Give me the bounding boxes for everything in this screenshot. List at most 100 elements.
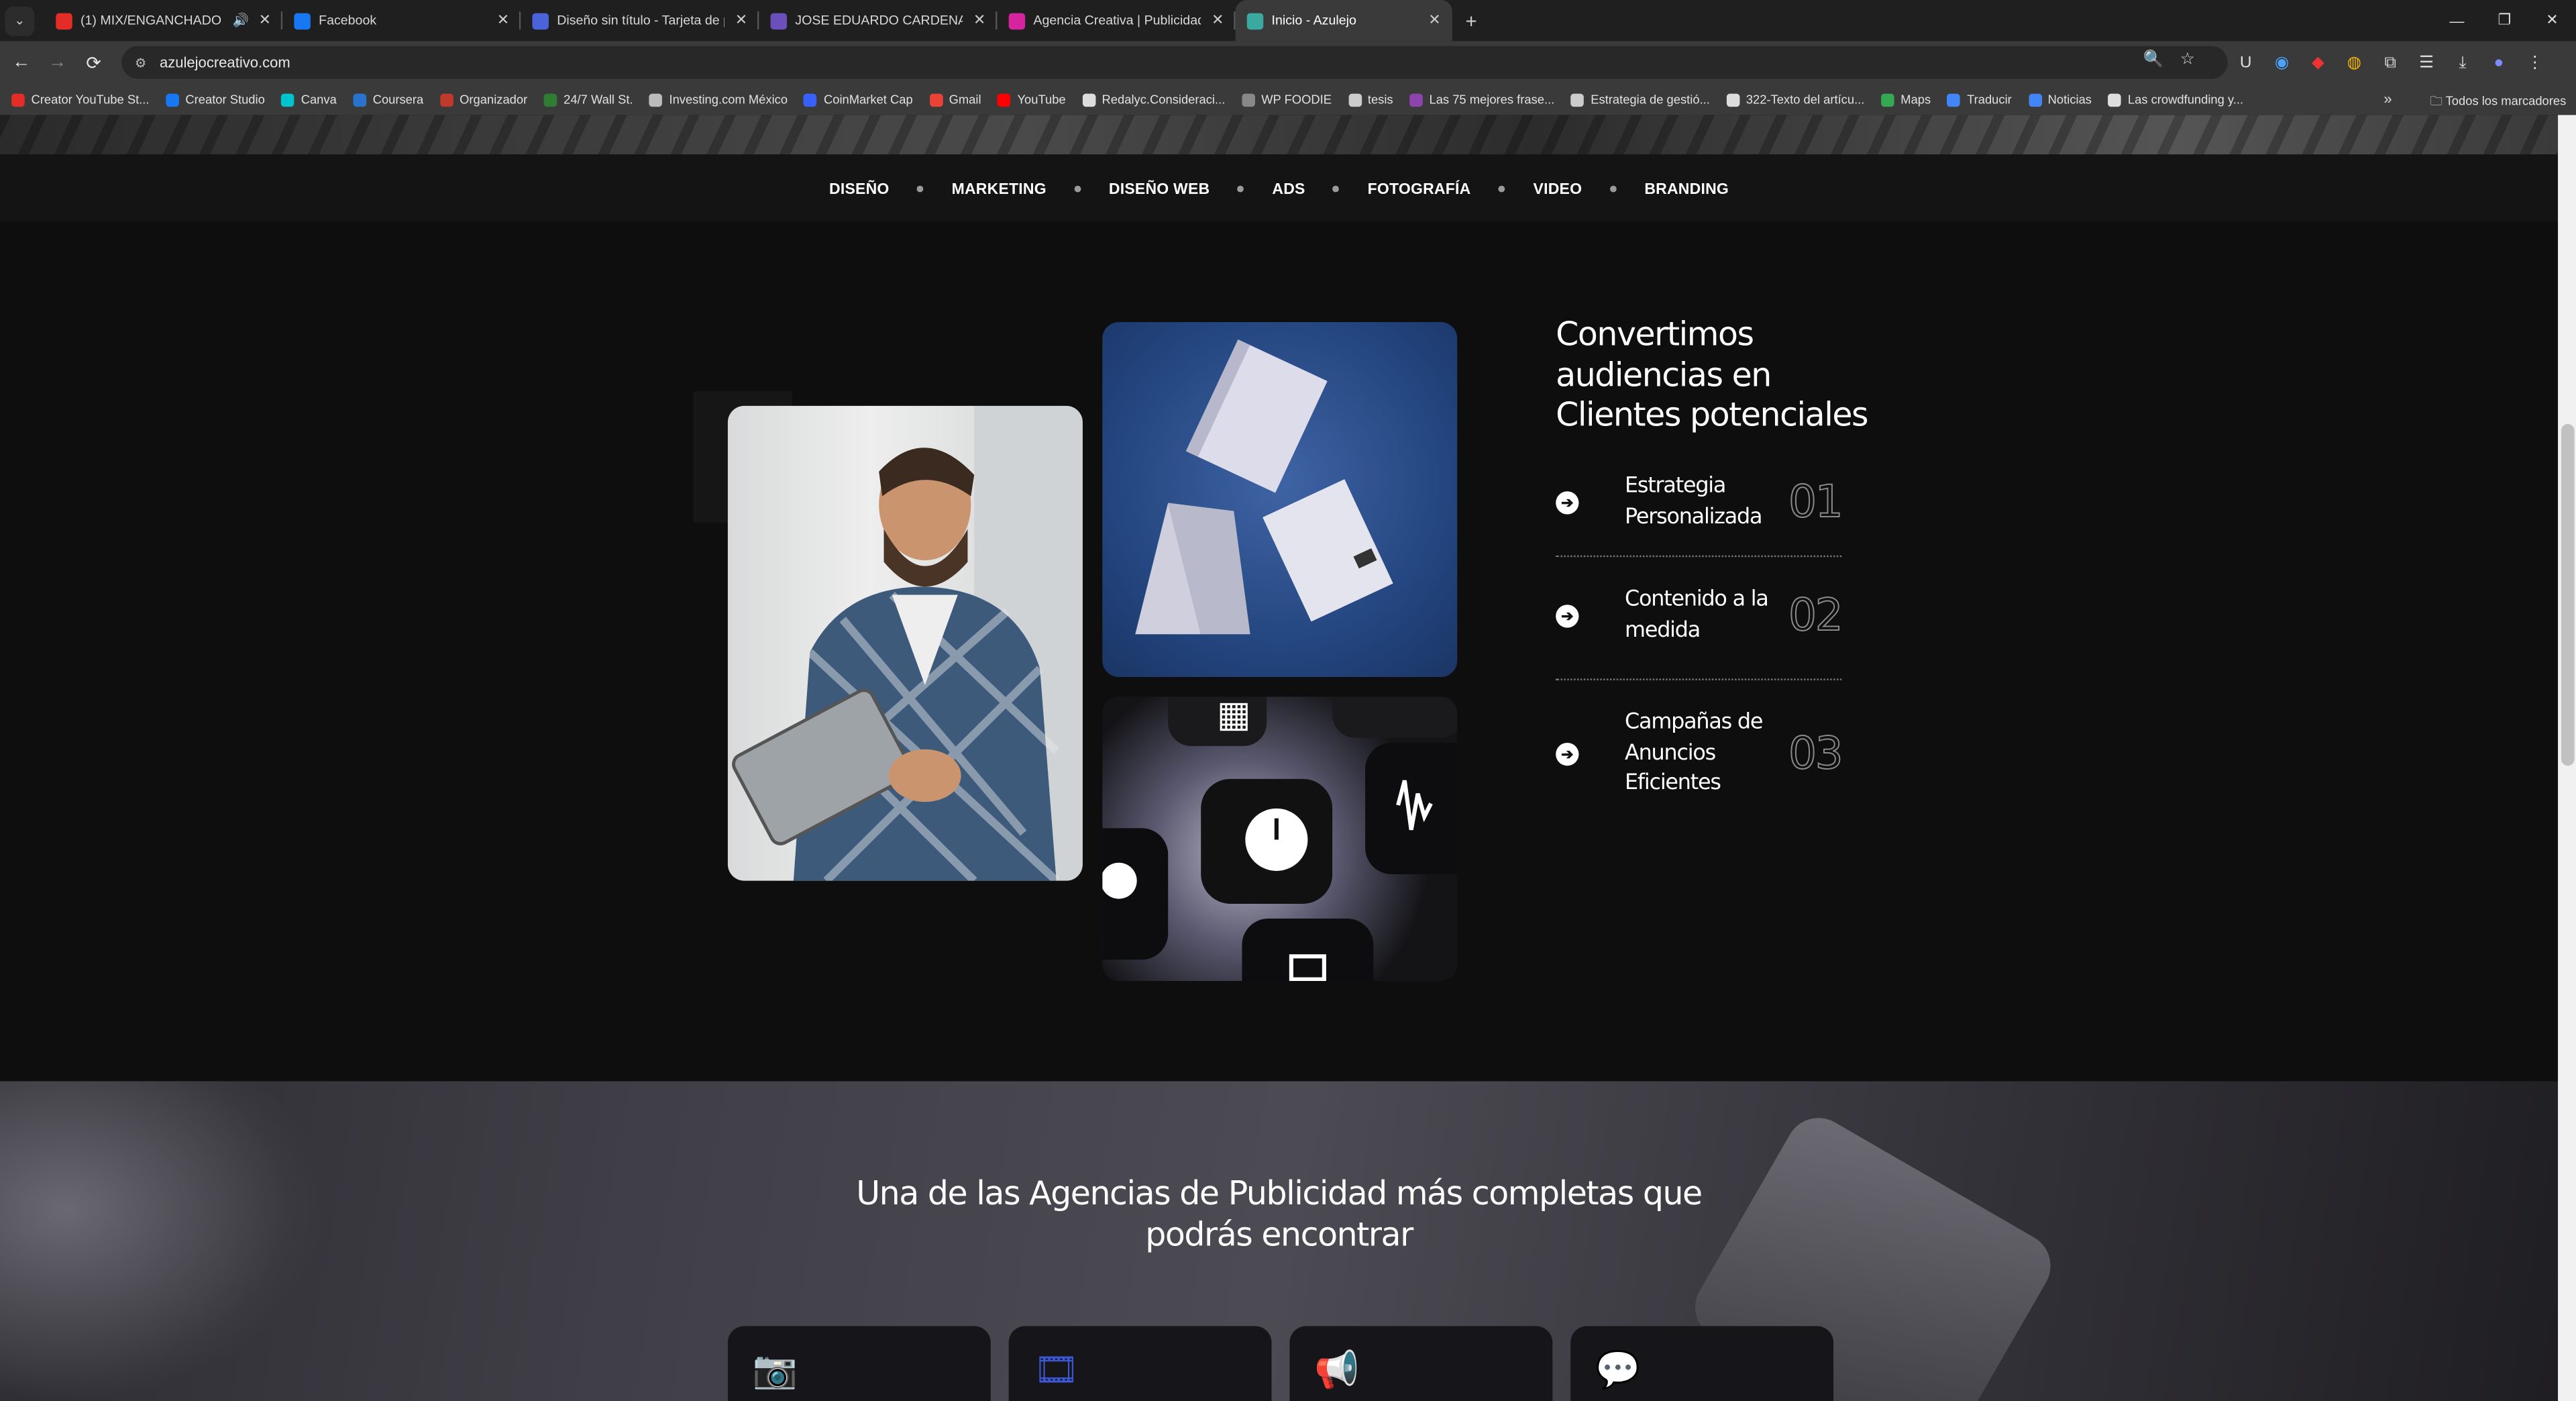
url-text[interactable]: azulejocreativo.com [160,54,290,70]
bookmark-item[interactable]: Noticias [2028,92,2092,107]
bookmark-favicon-icon [2108,93,2122,106]
bookmark-item[interactable]: Estrategia de gestió... [1570,92,1710,107]
reload-icon[interactable]: ⟳ [76,52,112,73]
agency-headline: Una de las Agencias de Publicidad más co… [0,1174,2558,1255]
camera-icon: 📷 [752,1349,798,1390]
tab-favicon-icon [1008,12,1026,29]
forward-icon[interactable]: → [40,52,76,72]
tab-strip: ⌄ (1) MIX/ENGANCHADO | D 🔊 ✕ Facebook ✕ Diseñ… [0,0,2576,42]
tab-close-icon[interactable]: ✕ [259,11,271,30]
scrollbar-thumb[interactable] [2561,423,2575,766]
browser-tab[interactable]: Diseño sin título - Tarjeta de pr ✕ [521,0,759,41]
extension-chrome-icon[interactable]: ◍ [2336,54,2372,72]
bookmark-item[interactable]: Coursera [353,92,423,107]
bookmark-item[interactable]: Maps [1880,92,1931,107]
reading-list-icon[interactable]: ☰ [2408,54,2445,72]
bookmark-item[interactable]: Gmail [929,92,981,107]
nav-item[interactable]: DISEÑO WEB [1109,179,1210,197]
tab-close-icon[interactable]: ✕ [735,11,747,30]
bookmark-item[interactable]: CoinMarket Cap [804,92,913,107]
bookmark-label: CoinMarket Cap [823,92,913,107]
close-window-icon[interactable]: ✕ [2528,11,2576,30]
browser-tab[interactable]: JOSE EDUARDO CARDENAS CC ✕ [759,0,998,41]
bookmark-item[interactable]: Investing.com México [649,92,788,107]
extension-u-icon[interactable]: U [2228,54,2264,72]
bookmark-label: 322-Texto del artícu... [1746,92,1865,107]
tab-close-icon[interactable]: ✕ [497,11,509,30]
bookmark-label: 24/7 Wall St. [564,92,633,107]
bookmark-label: YouTube [1017,92,1066,107]
bookmark-label: tesis [1367,92,1393,107]
nav-item[interactable]: BRANDING [1644,179,1729,197]
tab-close-icon[interactable]: ✕ [973,11,985,30]
bookmark-item[interactable]: WP FOODIE [1241,92,1332,107]
browser-tab[interactable]: Agencia Creativa | Publicidad | ✕ [998,0,1236,41]
service-card[interactable]: 📢 [1289,1326,1553,1401]
bookmark-item[interactable]: Canva [281,92,337,107]
bookmarks-overflow-icon[interactable]: » [2383,91,2392,107]
new-tab-button[interactable]: + [1465,9,1477,32]
bookmark-item[interactable]: 322-Texto del artícu... [1726,92,1864,107]
feature-item: ➔ Estrategia Personalizada 01 [1556,454,1844,552]
audio-icon[interactable]: 🔊 [232,13,248,28]
service-card[interactable]: 🎞 [1008,1326,1272,1401]
extensions-puzzle-icon[interactable]: ⧉ [2372,54,2408,72]
feature-label: Estrategia Personalizada [1625,474,1762,529]
flying-books-image [1102,322,1458,677]
tab-close-icon[interactable]: ✕ [1212,11,1224,30]
tab-close-icon[interactable]: ✕ [1428,11,1440,30]
tab-title: (1) MIX/ENGANCHADO | D [80,13,226,28]
bookmark-item[interactable]: Creator Studio [166,92,265,107]
bookmark-label: Las crowdfunding y... [2127,92,2244,107]
nav-item[interactable]: MARKETING [952,179,1046,197]
address-bar[interactable]: ⚙ azulejocreativo.com 🔍☆ [121,46,2228,79]
bookmark-item[interactable]: Redalyc.Consideraci... [1082,92,1225,107]
bookmark-item[interactable]: tesis [1348,92,1393,107]
tab-favicon-icon [56,12,72,29]
bookmark-star-icon[interactable]: ☆ [2180,51,2211,69]
bookmark-item[interactable]: Organizador [439,92,527,107]
back-icon[interactable]: ← [3,52,40,72]
web-page: DISEÑO MARKETING DISEÑO WEB ADS FOTOGRAFÍA VI… [0,115,2559,1401]
tab-search-button[interactable]: ⌄ [5,5,35,36]
bookmark-favicon-icon [1880,93,1894,106]
restore-icon[interactable]: ❐ [2481,11,2528,30]
menu-kebab-icon[interactable]: ⋮ [2517,54,2553,72]
download-icon[interactable]: ⤓ [2445,54,2481,72]
svg-text:▦: ▦ [1217,696,1251,735]
man-with-tablet-image [727,405,1083,881]
extensions-area: U ◉ ◆ ◍ ⧉ ☰ ⤓ ● ⋮ [2228,41,2553,84]
nav-item[interactable]: DISEÑO [829,179,890,197]
bookmark-favicon-icon [1241,93,1255,106]
arrow-right-icon: ➔ [1556,605,1579,628]
minimize-icon[interactable]: — [2433,12,2481,28]
browser-tab[interactable]: Inicio - Azulejo ✕ [1235,0,1452,42]
bookmarks-bar: Creator YouTube St... Creator Studio Canva… [0,83,2576,115]
nav-item[interactable]: FOTOGRAFÍA [1368,179,1471,197]
tab-title: Facebook [319,13,377,28]
browser-tab[interactable]: Facebook ✕ [282,0,521,41]
app-icons-image: ▦ [1102,696,1458,982]
extension-blue-icon[interactable]: ◉ [2264,54,2300,72]
profile-avatar-icon[interactable]: ● [2481,54,2517,72]
zoom-icon[interactable]: 🔍 [2143,51,2180,69]
bookmark-item[interactable]: YouTube [998,92,1066,107]
site-info-icon[interactable]: ⚙ [135,55,147,70]
tab-favicon-icon [532,12,549,29]
all-bookmarks-folder[interactable]: 🗀 Todos los marcadores [2430,92,2566,113]
bookmark-item[interactable]: 24/7 Wall St. [543,92,633,107]
bookmark-label: Investing.com México [669,92,788,107]
service-card[interactable]: 💬 [1570,1326,1834,1401]
bookmark-item[interactable]: Las 75 mejores frase... [1409,92,1554,107]
bookmark-label: Coursera [372,92,424,107]
nav-item[interactable]: ADS [1272,179,1305,197]
bookmark-item[interactable]: Traducir [1947,92,2012,107]
service-card[interactable]: 📷 [727,1326,991,1401]
bookmark-item[interactable]: Las crowdfunding y... [2108,92,2244,107]
nav-item[interactable]: VIDEO [1534,179,1582,197]
feature-item: ➔ Contenido a la medida 02 [1556,567,1844,666]
bookmark-item[interactable]: Creator YouTube St... [11,92,150,107]
browser-tab[interactable]: (1) MIX/ENGANCHADO | D 🔊 ✕ [44,0,283,41]
bookmark-favicon-icon [2028,93,2041,106]
extension-red-icon[interactable]: ◆ [2300,54,2337,72]
